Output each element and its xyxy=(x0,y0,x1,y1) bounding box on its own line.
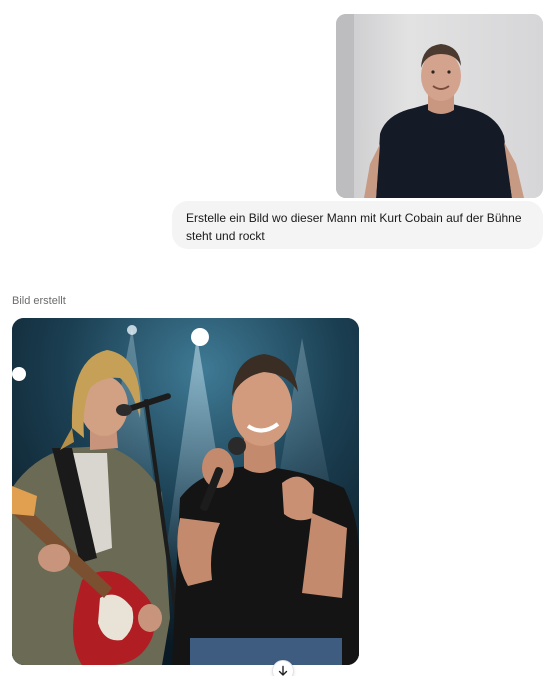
user-message-text: Erstelle ein Bild wo dieser Mann mit Kur… xyxy=(186,211,522,243)
uploaded-photo-image xyxy=(336,14,543,198)
user-message-bubble: Erstelle ein Bild wo dieser Mann mit Kur… xyxy=(172,201,543,249)
generated-image-picture xyxy=(12,318,359,665)
image-created-label: Bild erstellt xyxy=(12,295,66,307)
generated-image[interactable] xyxy=(12,318,359,665)
download-button[interactable] xyxy=(272,660,294,676)
uploaded-photo[interactable] xyxy=(336,14,543,198)
arrow-down-icon xyxy=(278,665,288,676)
